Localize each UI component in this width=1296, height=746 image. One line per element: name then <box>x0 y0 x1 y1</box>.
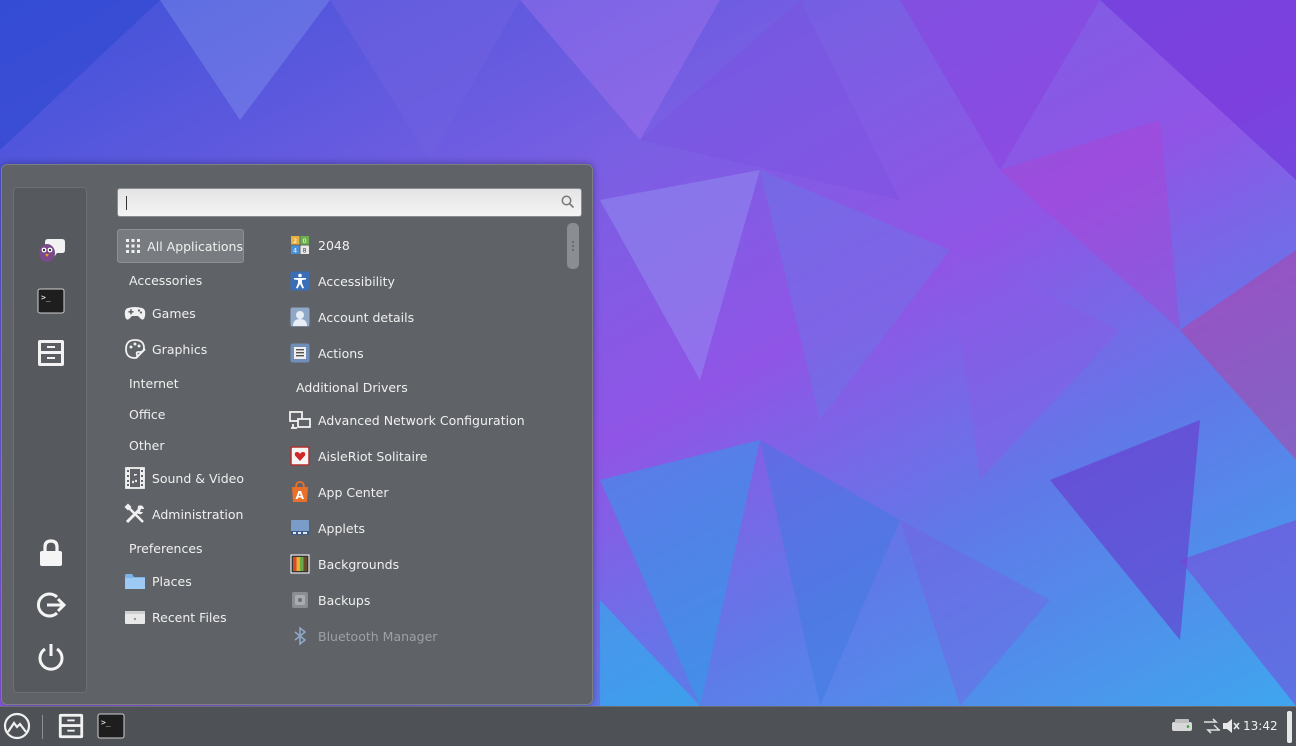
clock[interactable]: 13:42 <box>1243 719 1278 733</box>
svg-text:8: 8 <box>303 247 307 255</box>
show-desktop-button[interactable] <box>1287 711 1292 743</box>
app-item-app-center[interactable]: A App Center <box>289 477 388 507</box>
folder-icon <box>124 570 146 592</box>
drive-icon <box>1170 717 1194 738</box>
category-games[interactable]: Games <box>117 296 244 330</box>
backgrounds-icon <box>289 553 311 575</box>
bottom-panel: >_ 13:42 <box>0 706 1296 746</box>
app-item-backgrounds[interactable]: Backgrounds <box>289 549 399 579</box>
film-icon <box>124 467 146 489</box>
app-center-icon: A <box>289 481 311 503</box>
search-input[interactable] <box>122 192 552 213</box>
app-item-actions[interactable]: Actions <box>289 338 364 368</box>
recent-files-icon <box>124 606 146 628</box>
app-label: 2048 <box>318 237 350 253</box>
search-box[interactable] <box>117 188 582 217</box>
2048-icon: 2 0 4 8 <box>289 234 311 256</box>
app-label: Additional Drivers <box>296 379 408 395</box>
svg-text:4: 4 <box>293 247 297 255</box>
app-label: Advanced Network Configuration <box>318 412 525 428</box>
category-places[interactable]: Places <box>117 564 244 598</box>
category-other[interactable]: Other <box>117 428 244 462</box>
file-manager-icon <box>57 712 85 743</box>
grid-icon <box>125 235 141 257</box>
category-label: Recent Files <box>152 609 227 625</box>
tools-icon <box>124 503 146 525</box>
app-label: Account details <box>318 309 415 325</box>
svg-text:>_: >_ <box>41 293 51 302</box>
app-item-2048[interactable]: 2 0 4 8 2048 <box>289 230 350 260</box>
lock-icon[interactable] <box>34 536 68 570</box>
category-all-applications[interactable]: All Applications <box>117 229 244 263</box>
category-label: Sound & Video <box>151 470 244 486</box>
svg-text:0: 0 <box>303 237 307 245</box>
favorites-sidebar: >_ <box>13 187 87 693</box>
terminal-launcher[interactable]: >_ <box>95 711 127 743</box>
svg-text:A: A <box>296 489 305 502</box>
actions-icon <box>289 342 311 364</box>
account-icon <box>289 306 311 328</box>
app-label: Backgrounds <box>318 556 400 572</box>
app-label: Actions <box>318 345 364 361</box>
app-item-bluetooth-manager[interactable]: Bluetooth Manager <box>289 621 437 651</box>
bluetooth-icon <box>289 625 311 647</box>
app-label: Accessibility <box>318 273 395 289</box>
category-label: Internet <box>129 375 179 391</box>
cinnamon-menu-icon <box>3 712 31 743</box>
logout-icon[interactable] <box>34 588 68 622</box>
app-list-scrollbar[interactable] <box>566 221 580 691</box>
file-manager-icon[interactable] <box>34 336 68 370</box>
pidgin-icon[interactable] <box>34 232 68 266</box>
app-item-advanced-network-configuration[interactable]: Advanced Network Configuration <box>289 405 525 435</box>
search-icon <box>561 195 575 212</box>
category-internet[interactable]: Internet <box>117 366 244 400</box>
app-item-aisleriot-solitaire[interactable]: AisleRiot Solitaire <box>289 441 428 471</box>
power-icon[interactable] <box>34 640 68 674</box>
terminal-icon[interactable]: >_ <box>34 284 68 318</box>
panel-separator <box>42 715 43 739</box>
app-item-backups[interactable]: Backups <box>289 585 370 615</box>
category-label: Other <box>129 437 165 453</box>
app-item-additional-drivers[interactable]: Additional Drivers <box>289 372 408 402</box>
backups-icon <box>289 589 311 611</box>
menu-button[interactable] <box>1 711 33 743</box>
category-label: Graphics <box>152 341 208 357</box>
app-label: Backups <box>318 592 371 608</box>
category-label: Office <box>129 406 166 422</box>
app-label: App Center <box>318 484 389 500</box>
category-label: Places <box>152 573 192 589</box>
accessibility-icon <box>289 270 311 292</box>
category-office[interactable]: Office <box>117 397 244 431</box>
category-label: All Applications <box>147 238 243 254</box>
category-accessories[interactable]: Accessories <box>117 263 244 297</box>
category-label: Accessories <box>129 272 203 288</box>
palette-icon <box>124 338 146 360</box>
category-graphics[interactable]: Graphics <box>117 332 244 366</box>
app-item-account-details[interactable]: Account details <box>289 302 414 332</box>
app-item-applets[interactable]: Applets <box>289 513 365 543</box>
removable-drives-button[interactable] <box>1166 711 1198 743</box>
category-label: Preferences <box>129 540 203 556</box>
app-label: Applets <box>318 520 365 536</box>
category-preferences[interactable]: Preferences <box>117 531 244 565</box>
category-label: Games <box>152 305 196 321</box>
app-item-accessibility[interactable]: Accessibility <box>289 266 395 296</box>
svg-text:>_: >_ <box>101 718 111 727</box>
terminal-icon: >_ <box>97 713 125 742</box>
application-menu: >_ All Applications Accessories Games Gr… <box>1 164 593 705</box>
volume-muted-icon <box>1221 717 1241 738</box>
app-label: AisleRiot Solitaire <box>318 448 428 464</box>
category-label: Administration <box>152 506 244 522</box>
applets-icon <box>289 517 311 539</box>
app-label: Bluetooth Manager <box>318 628 438 644</box>
gamepad-icon <box>124 302 146 324</box>
category-administration[interactable]: Administration <box>117 497 244 531</box>
cards-icon <box>289 445 311 467</box>
category-sound-video[interactable]: Sound & Video <box>117 461 244 495</box>
scrollbar-thumb[interactable] <box>567 223 579 269</box>
network-icon <box>289 409 311 431</box>
category-recent-files[interactable]: Recent Files <box>117 600 244 634</box>
svg-text:2: 2 <box>293 237 297 245</box>
file-manager-launcher[interactable] <box>55 711 87 743</box>
